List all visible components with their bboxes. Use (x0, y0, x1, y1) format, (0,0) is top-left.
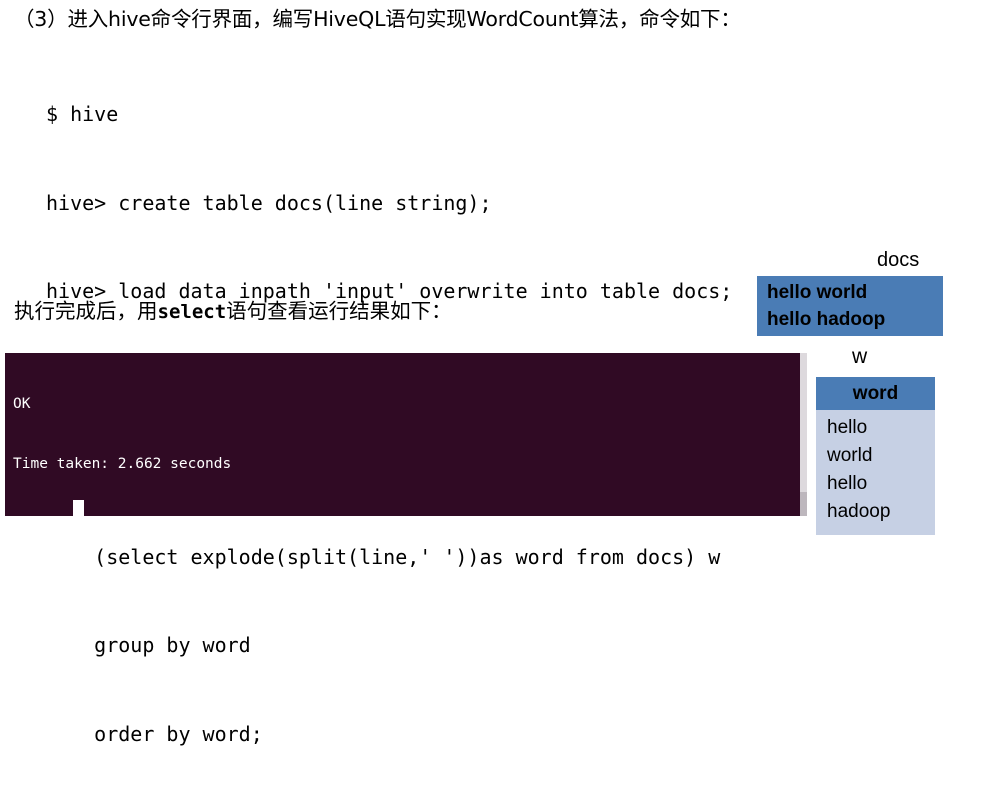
code-line: group by word (46, 633, 251, 657)
terminal-scrollbar[interactable] (800, 353, 807, 516)
terminal-scrollbar-thumb[interactable] (800, 492, 807, 516)
outro-keyword: select (157, 301, 227, 323)
code-line: order by word; (46, 721, 263, 746)
terminal-line: OK (13, 396, 31, 412)
docs-table-caption: docs (877, 249, 920, 271)
docs-table: hello world hello hadoop (757, 276, 943, 336)
terminal-line: Time taken: 2.662 seconds (13, 456, 232, 472)
w-table-row: hadoop (827, 501, 891, 522)
code-line: hive> create table docs(line string); (46, 190, 492, 215)
outro-suffix: 语句查看运行结果如下： (226, 299, 452, 323)
terminal-output: OK Time taken: 2.662 seconds hive> selec… (13, 354, 397, 516)
w-table-header: word (816, 377, 935, 410)
w-table: word hello world hello hadoop (816, 377, 935, 535)
terminal-line: hive> select * from word_count; (13, 514, 397, 516)
w-table-row: world (827, 445, 873, 466)
w-table-body: hello world hello hadoop (816, 410, 935, 535)
w-table-row: hello (827, 417, 868, 438)
intro-paragraph: （3）进入hive命令行界面，编写HiveQL语句实现WordCount算法，命… (14, 7, 741, 31)
docs-table-row: hello hadoop (767, 309, 886, 330)
code-line: $ hive (46, 102, 119, 126)
outro-prefix: 执行完成后，用 (14, 299, 158, 323)
w-table-row: hello (827, 473, 868, 494)
code-line: (select explode(split(line,' '))as word … (46, 544, 721, 569)
outro-paragraph: 执行完成后，用select语句查看运行结果如下： (14, 298, 452, 325)
w-table-caption: w (852, 345, 868, 368)
docs-table-row: hello world (767, 282, 868, 303)
terminal-window[interactable]: OK Time taken: 2.662 seconds hive> selec… (5, 353, 807, 516)
terminal-cursor (73, 500, 84, 516)
